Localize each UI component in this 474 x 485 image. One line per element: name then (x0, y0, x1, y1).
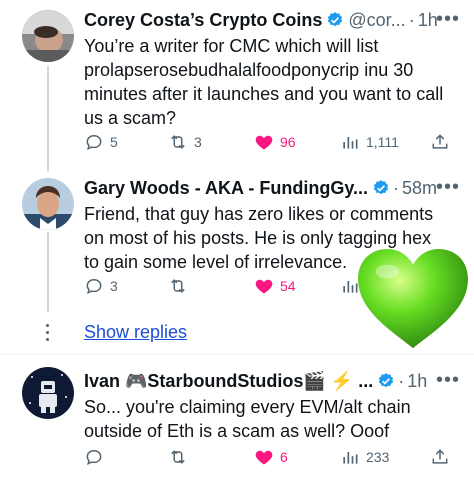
tweet-header: Ivan 🎮StarboundStudios🎬 ⚡ ... · 1h (84, 369, 427, 393)
action-bar: 5 3 96 1,111 (84, 130, 454, 154)
like-icon (254, 276, 274, 296)
separator-dot: · (393, 177, 399, 198)
green-heart-emoji (358, 248, 468, 349)
tweet-header: Gary Woods - AKA - FundingGy... · 58m (84, 176, 437, 200)
share-icon (430, 447, 450, 467)
share-button[interactable] (430, 130, 450, 154)
display-name[interactable]: Corey Costa’s Crypto Coins (84, 10, 322, 31)
timestamp[interactable]: 1h (418, 10, 438, 31)
reply-icon (84, 276, 104, 296)
share-button[interactable] (430, 445, 450, 469)
timestamp[interactable]: 1h (407, 371, 427, 392)
verified-icon (377, 372, 395, 390)
views-icon (340, 447, 360, 467)
timestamp[interactable]: 58m (402, 178, 437, 199)
like-count: 54 (280, 278, 296, 294)
separator-dot: · (408, 9, 415, 30)
like-icon (254, 132, 274, 152)
verified-icon (372, 179, 390, 197)
more-replies-dots (44, 324, 50, 345)
reply-count: 3 (110, 278, 118, 294)
reply-button[interactable]: 3 (84, 274, 118, 298)
verified-icon (326, 11, 344, 29)
tweet-header: Corey Costa’s Crypto Coins @cor... · 1h (84, 8, 438, 32)
retweet-icon (168, 447, 188, 467)
like-icon (254, 447, 274, 467)
tweet-text: You’re a writer for CMC which will list … (84, 36, 444, 128)
views-icon (340, 132, 360, 152)
like-button[interactable]: 96 (254, 130, 296, 154)
views-count: 233 (366, 449, 390, 465)
like-button[interactable]: 54 (254, 274, 296, 298)
retweet-button[interactable]: 3 (168, 130, 202, 154)
views-button[interactable]: 233 (340, 445, 389, 469)
retweet-icon (168, 276, 188, 296)
like-count: 96 (280, 134, 296, 150)
reply-count: 5 (110, 134, 118, 150)
tweet-text: So... you're claiming every EVM/alt chai… (84, 397, 411, 441)
views-button[interactable]: 1,111 (340, 130, 399, 154)
tweet-corey[interactable]: Corey Costa’s Crypto Coins @cor... · 1h … (0, 0, 474, 170)
handle[interactable]: @cor... (348, 10, 405, 31)
more-icon[interactable]: ••• (436, 176, 460, 199)
share-icon (430, 132, 450, 152)
display-name[interactable]: Ivan 🎮StarboundStudios🎬 ⚡ ... (84, 371, 373, 392)
reply-icon (84, 132, 104, 152)
like-count: 6 (280, 449, 288, 465)
tweet-ivan[interactable]: Ivan 🎮StarboundStudios🎬 ⚡ ... · 1h ••• S… (0, 355, 474, 485)
avatar[interactable] (22, 367, 74, 419)
more-icon[interactable]: ••• (436, 369, 460, 392)
more-icon[interactable]: ••• (436, 8, 460, 31)
display-name[interactable]: Gary Woods - AKA - FundingGy... (84, 178, 368, 199)
reply-icon (84, 447, 104, 467)
like-button[interactable]: 6 (254, 445, 288, 469)
retweet-button[interactable] (168, 274, 188, 298)
retweet-button[interactable] (168, 445, 188, 469)
views-count: 1,111 (366, 134, 399, 150)
reply-button[interactable] (84, 445, 104, 469)
avatar[interactable] (22, 178, 74, 230)
avatar[interactable] (22, 10, 74, 62)
retweet-icon (168, 132, 188, 152)
action-bar: 6 233 (84, 445, 454, 469)
retweet-count: 3 (194, 134, 202, 150)
separator-dot: · (398, 370, 405, 391)
show-replies-link[interactable]: Show replies (84, 322, 187, 343)
reply-button[interactable]: 5 (84, 130, 118, 154)
